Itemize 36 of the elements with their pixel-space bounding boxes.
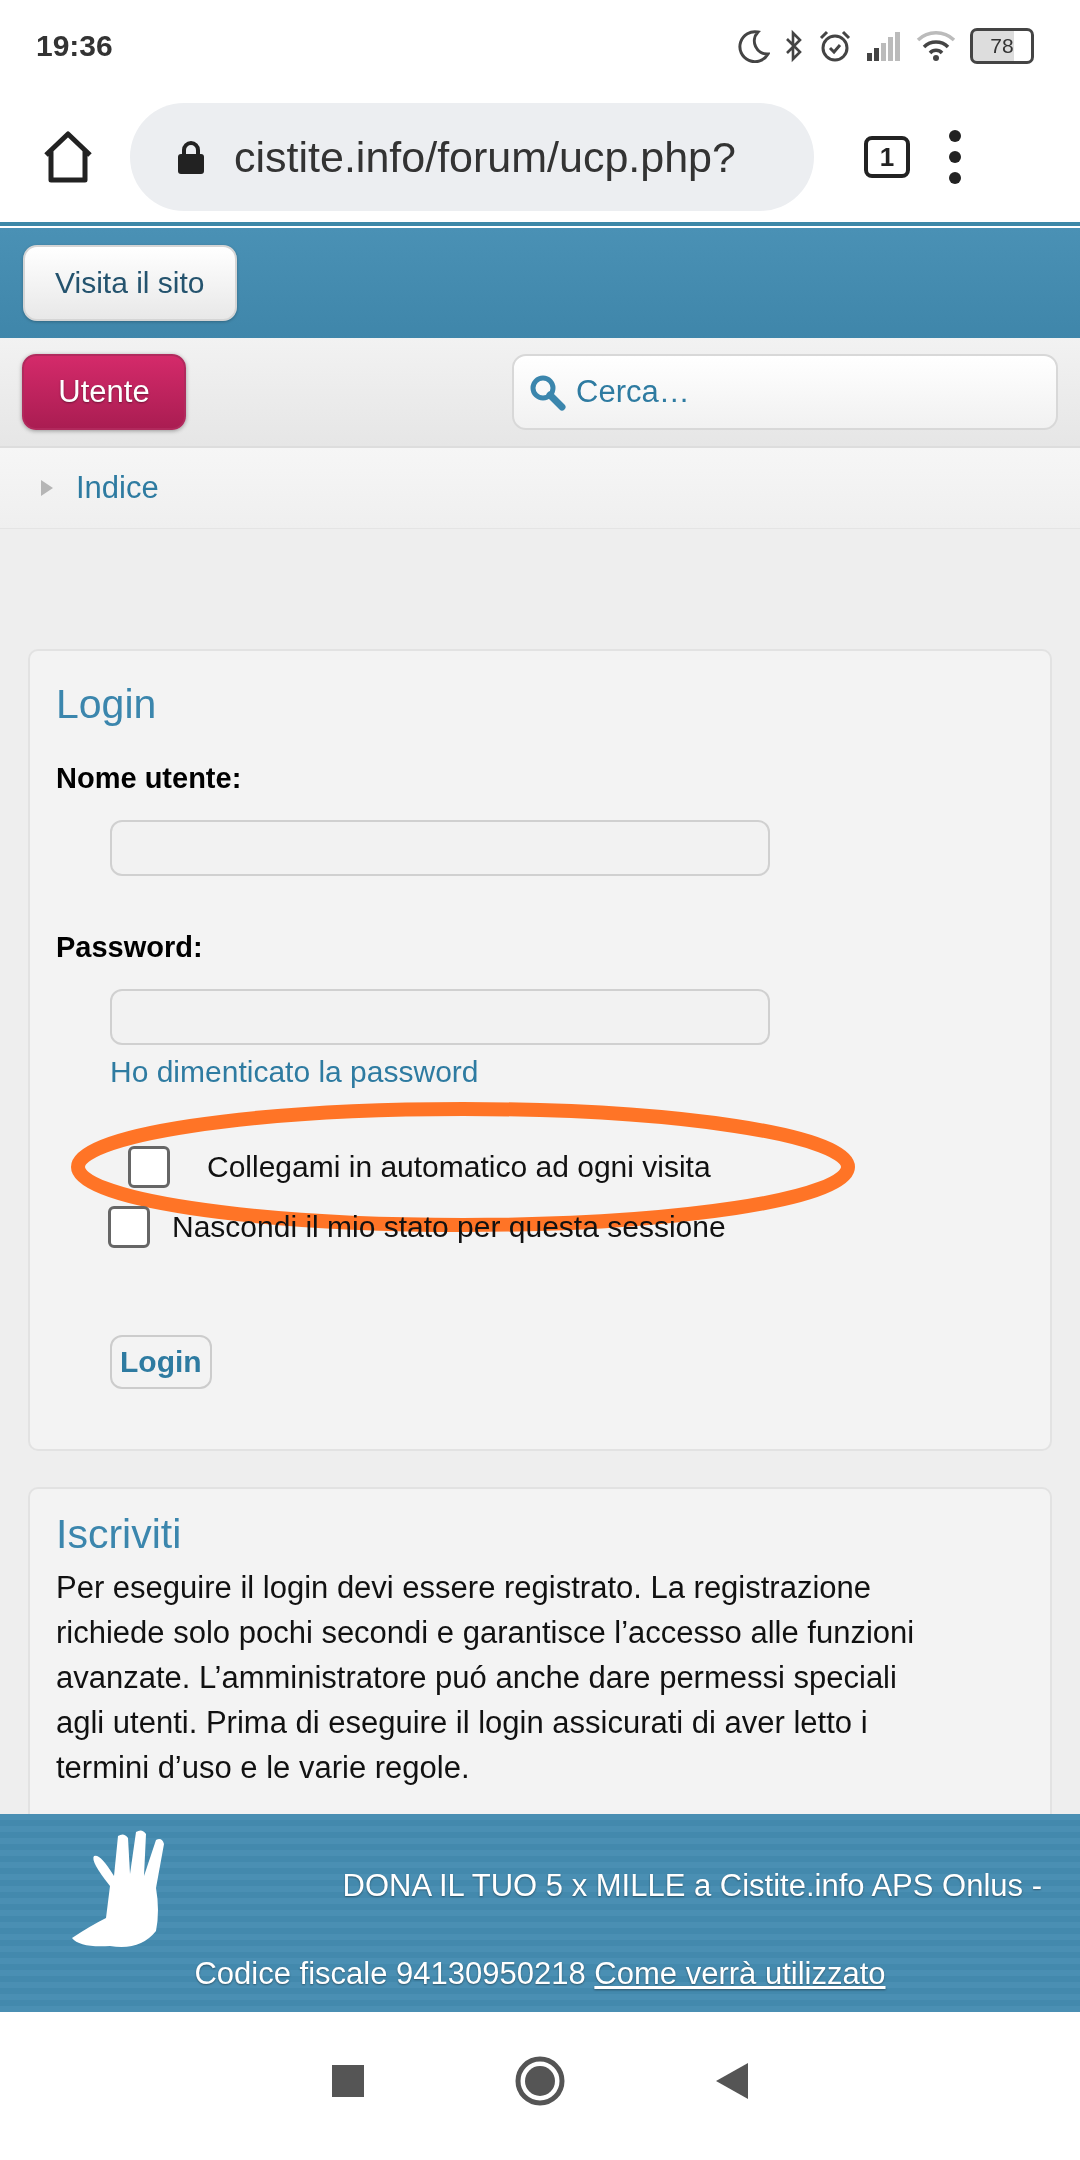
triangle-icon: [40, 478, 54, 498]
description-text: Per eseguire il login devi essere registrato. La registrazione richiede solo pochi secondi e garantisce l’accesso alle funzioni avanzate. L’amministratore puó anche dare permessi speciali agli utenti. Prima di eseguire il login assicurati di aver letto i termini d’uso e le varie regole.: [56, 1569, 916, 1787]
input-field[interactable]: [110, 989, 770, 1045]
field-label: Password:: [56, 930, 204, 965]
input-field[interactable]: [110, 820, 770, 876]
panel-title: Iscriviti: [56, 1510, 183, 1559]
login-button[interactable]: Login: [110, 1335, 212, 1389]
search-field[interactable]: Cerca…: [512, 354, 1058, 430]
moon-icon: [738, 29, 770, 63]
usage-link[interactable]: Come verrà utilizzato: [594, 1956, 886, 1991]
checkbox-label: Collegami in automatico ad ogni visita: [207, 1150, 711, 1184]
donation-text: DONA IL TUO 5 x MILLE a Cistite.info APS Onlus -: [342, 1868, 1042, 1904]
tab-switcher-button[interactable]: 1: [864, 136, 910, 178]
url-text: cistite.info/forum/ucp.php?: [234, 132, 736, 182]
home-circle-icon[interactable]: [515, 2056, 565, 2106]
user-button[interactable]: Utente: [22, 354, 186, 430]
more-options-icon[interactable]: [948, 129, 962, 185]
clock-time: 19:36: [36, 29, 114, 63]
forgot-password-link[interactable]: Ho dimenticato la password: [110, 1055, 479, 1089]
signal-icon: [866, 31, 902, 61]
address-bar[interactable]: cistite.info/forum/ucp.php?: [130, 103, 814, 211]
square-icon[interactable]: [331, 2064, 365, 2098]
panel-title: Login: [56, 680, 158, 729]
search-icon: [528, 373, 566, 411]
bluetooth-icon: [784, 29, 804, 63]
back-icon[interactable]: [715, 2062, 749, 2100]
wifi-icon: [916, 30, 956, 62]
checkbox[interactable]: [108, 1206, 150, 1248]
checkbox[interactable]: [128, 1146, 170, 1188]
breadcrumb-link[interactable]: Indice: [76, 470, 159, 506]
alarm-clock-icon: [818, 29, 852, 63]
lock-icon: [176, 139, 206, 175]
visit-site-button[interactable]: Visita il sito: [23, 245, 237, 321]
field-label: Nome utente:: [56, 761, 243, 796]
battery-indicator: 78: [970, 28, 1034, 64]
tax-code-text: Codice fiscale 94130950218: [194, 1956, 586, 1991]
